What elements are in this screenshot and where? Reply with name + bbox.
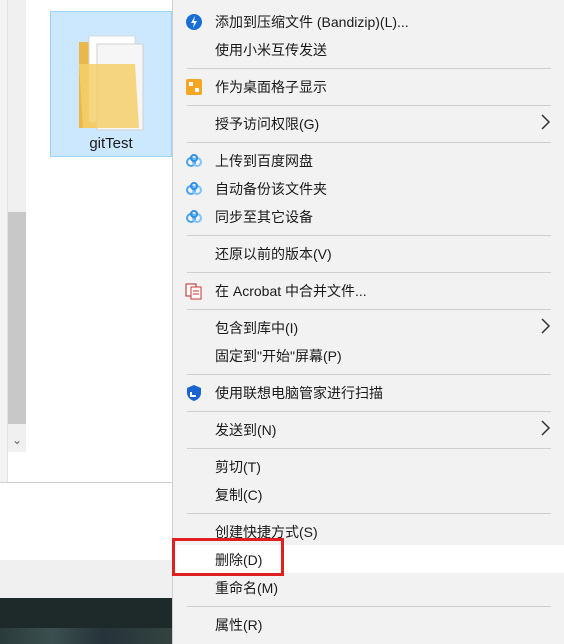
explorer-window: ⌄ gitTest: [0, 0, 172, 482]
menu-separator: [187, 272, 551, 273]
folder-icon: [79, 35, 144, 131]
menu-item-cut[interactable]: 剪切(T): [173, 452, 564, 480]
menu-item-label: 作为桌面格子显示: [215, 79, 327, 95]
menu-item-desktop-grid[interactable]: 作为桌面格子显示: [173, 72, 564, 100]
desktop-strip: [0, 560, 172, 598]
chevron-right-icon: [541, 318, 551, 334]
acrobat-icon: [185, 282, 203, 300]
menu-item-label: 发送到(N): [215, 422, 277, 438]
menu-item-send-to[interactable]: 发送到(N): [173, 415, 564, 443]
menu-item-label: 重命名(M): [215, 580, 278, 596]
menu-item-include-in-library[interactable]: 包含到库中(I): [173, 313, 564, 341]
chevron-right-icon: [541, 420, 551, 436]
menu-separator: [187, 374, 551, 375]
menu-item-label: 包含到库中(I): [215, 320, 299, 336]
menu-separator: [187, 142, 551, 143]
menu-item-grant-access[interactable]: 授予访问权限(G): [173, 109, 564, 137]
baidu-cloud-icon: [185, 180, 203, 198]
menu-separator: [187, 309, 551, 310]
menu-item-label: 在 Acrobat 中合并文件...: [215, 283, 367, 299]
folder-name: gitTest: [89, 135, 133, 152]
folder-item-selected[interactable]: gitTest: [50, 11, 172, 157]
bandizip-icon: [185, 13, 203, 31]
chevron-down-icon: ⌄: [11, 433, 23, 447]
menu-separator: [187, 411, 551, 412]
menu-item-restore-versions[interactable]: 还原以前的版本(V): [173, 239, 564, 267]
menu-item-label: 上传到百度网盘: [215, 153, 313, 169]
scrollbar-thumb[interactable]: [8, 212, 26, 424]
scroll-down-button[interactable]: ⌄: [8, 430, 26, 450]
menu-item-label: 同步至其它设备: [215, 209, 313, 225]
menu-item-xiaomi-share[interactable]: 使用小米互传发送: [173, 35, 564, 63]
desktop-grid-icon: [185, 78, 203, 96]
menu-separator: [187, 606, 551, 607]
menu-item-label: 使用小米互传发送: [215, 42, 327, 58]
baidu-cloud-icon: [185, 152, 203, 170]
vertical-scrollbar[interactable]: ⌄: [8, 0, 26, 452]
baidu-cloud-icon: [185, 208, 203, 226]
taskbar-thumbnail-strip: [0, 628, 172, 644]
menu-item-lenovo-scan[interactable]: 使用联想电脑管家进行扫描: [173, 378, 564, 406]
context-menu: 添加到压缩文件 (Bandizip)(L)... 使用小米互传发送 作为桌面格子…: [172, 0, 564, 644]
explorer-left-edge: [0, 0, 8, 482]
menu-separator: [187, 448, 551, 449]
menu-separator: [187, 68, 551, 69]
menu-item-copy[interactable]: 复制(C): [173, 480, 564, 508]
menu-item-label: 剪切(T): [215, 459, 261, 475]
menu-item-label: 还原以前的版本(V): [215, 246, 332, 262]
menu-item-baidu-sync[interactable]: 同步至其它设备: [173, 202, 564, 230]
menu-item-label: 属性(R): [215, 617, 263, 633]
menu-item-label: 固定到"开始"屏幕(P): [215, 348, 342, 364]
chevron-right-icon: [541, 114, 551, 130]
menu-item-bandizip[interactable]: 添加到压缩文件 (Bandizip)(L)...: [173, 7, 564, 35]
menu-item-label: 自动备份该文件夹: [215, 181, 327, 197]
menu-item-label: 授予访问权限(G): [215, 116, 320, 132]
menu-item-delete[interactable]: 删除(D): [173, 545, 564, 573]
menu-item-pin-to-start[interactable]: 固定到"开始"屏幕(P): [173, 341, 564, 369]
menu-item-baidu-upload[interactable]: 上传到百度网盘: [173, 146, 564, 174]
menu-item-label: 创建快捷方式(S): [215, 524, 318, 540]
menu-separator: [187, 105, 551, 106]
menu-item-label: 添加到压缩文件 (Bandizip)(L)...: [215, 14, 409, 30]
menu-item-create-shortcut[interactable]: 创建快捷方式(S): [173, 517, 564, 545]
menu-item-label: 复制(C): [215, 487, 263, 503]
menu-item-rename[interactable]: 重命名(M): [173, 573, 564, 601]
menu-item-baidu-backup[interactable]: 自动备份该文件夹: [173, 174, 564, 202]
menu-item-acrobat-combine[interactable]: 在 Acrobat 中合并文件...: [173, 276, 564, 304]
taskbar: [0, 598, 172, 644]
menu-separator: [187, 235, 551, 236]
lenovo-shield-icon: [185, 384, 203, 402]
menu-item-properties[interactable]: 属性(R): [173, 610, 564, 638]
menu-separator: [187, 513, 551, 514]
menu-item-label: 使用联想电脑管家进行扫描: [215, 385, 383, 401]
menu-item-label: 删除(D): [215, 552, 263, 568]
